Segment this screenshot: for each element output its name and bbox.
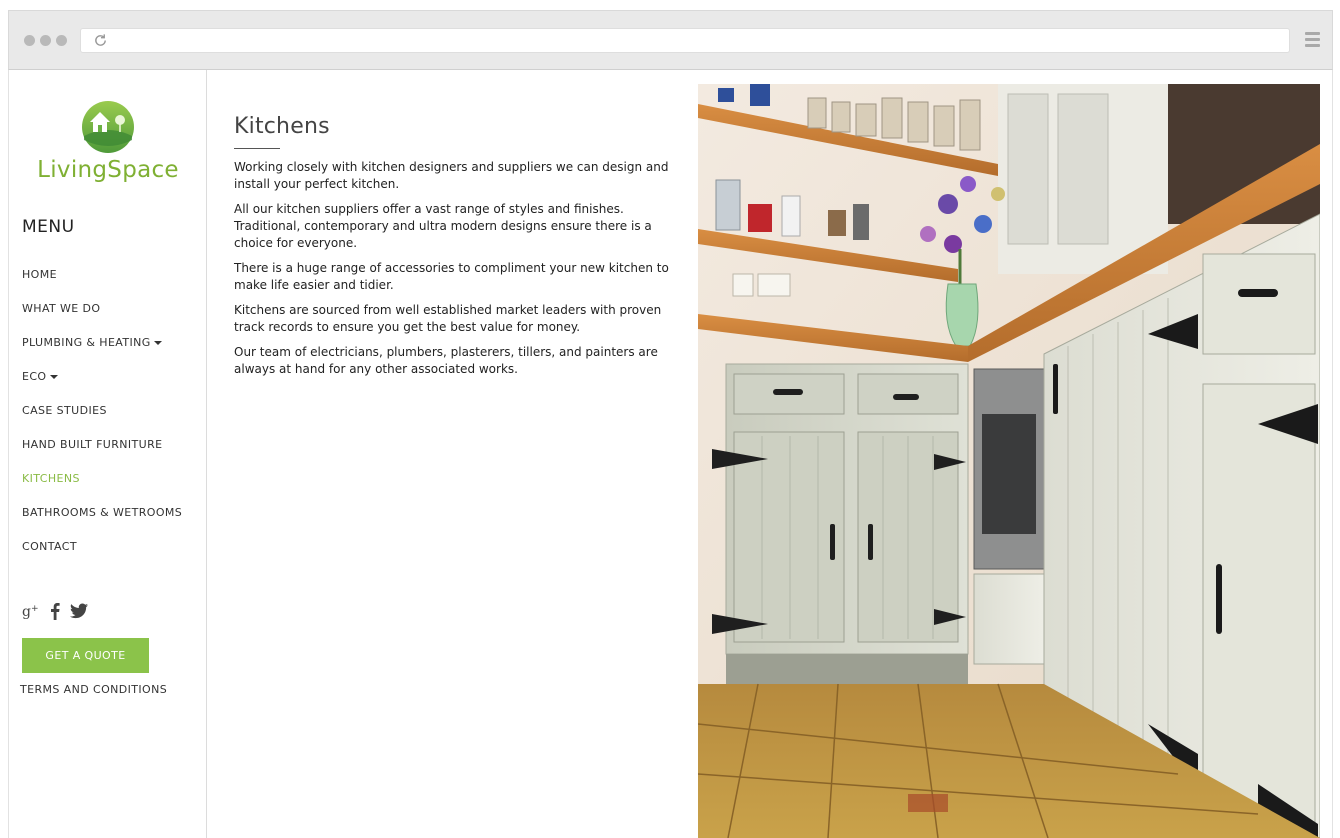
logo[interactable]: LivingSpace [9, 100, 207, 183]
minimize-dot-icon[interactable] [40, 35, 51, 46]
title-underline [234, 148, 280, 149]
nav-item-plumbing-heating[interactable]: PLUMBING & HEATING [22, 336, 182, 370]
menu-title: MENU [22, 217, 75, 237]
main-content: Kitchens Working closely with kitchen de… [234, 114, 674, 386]
nav-item-eco[interactable]: ECO [22, 370, 182, 404]
page: LivingSpace MENU HOME WHAT WE DO PLUMBIN… [8, 70, 1333, 838]
hamburger-menu-icon[interactable] [1305, 32, 1320, 50]
nav-item-home[interactable]: HOME [22, 268, 182, 302]
google-plus-icon[interactable]: g + [22, 602, 40, 620]
kitchen-photo-illustration [698, 84, 1320, 838]
twitter-icon[interactable] [70, 603, 88, 619]
terms-link[interactable]: TERMS AND CONDITIONS [20, 683, 167, 696]
paragraph: Kitchens are sourced from well establish… [234, 303, 662, 334]
page-title: Kitchens [234, 114, 330, 139]
browser-chrome [8, 10, 1333, 70]
nav-item-contact[interactable]: CONTACT [22, 540, 182, 574]
address-bar[interactable] [80, 28, 1290, 53]
get-a-quote-button[interactable]: GET A QUOTE [22, 638, 149, 673]
paragraph: Our team of electricians, plumbers, plas… [234, 345, 658, 376]
social-links: g + [22, 602, 88, 620]
window-controls[interactable] [24, 35, 67, 46]
nav-item-kitchens[interactable]: KITCHENS [22, 472, 182, 506]
caret-down-icon[interactable] [153, 341, 162, 345]
facebook-icon[interactable] [49, 602, 61, 620]
logo-wordmark: LivingSpace [37, 157, 179, 183]
nav-item-hand-built-furniture[interactable]: HAND BUILT FURNITURE [22, 438, 182, 472]
paragraph: There is a huge range of accessories to … [234, 261, 669, 292]
nav-item-what-we-do[interactable]: WHAT WE DO [22, 302, 182, 336]
svg-text:g: g [22, 604, 31, 620]
paragraph: Working closely with kitchen designers a… [234, 160, 669, 191]
caret-down-icon[interactable] [49, 375, 58, 379]
sidebar: LivingSpace MENU HOME WHAT WE DO PLUMBIN… [9, 70, 207, 838]
nav-item-bathrooms-wetrooms[interactable]: BATHROOMS & WETROOMS [22, 506, 182, 540]
kitchen-photo [698, 84, 1320, 838]
paragraph: All our kitchen suppliers offer a vast r… [234, 202, 652, 250]
maximize-dot-icon[interactable] [56, 35, 67, 46]
close-dot-icon[interactable] [24, 35, 35, 46]
svg-text:+: + [31, 604, 39, 614]
logo-house-icon [82, 101, 134, 153]
reload-icon[interactable] [93, 33, 108, 48]
nav-item-case-studies[interactable]: CASE STUDIES [22, 404, 182, 438]
sidebar-nav: HOME WHAT WE DO PLUMBING & HEATING ECO C… [22, 268, 182, 574]
